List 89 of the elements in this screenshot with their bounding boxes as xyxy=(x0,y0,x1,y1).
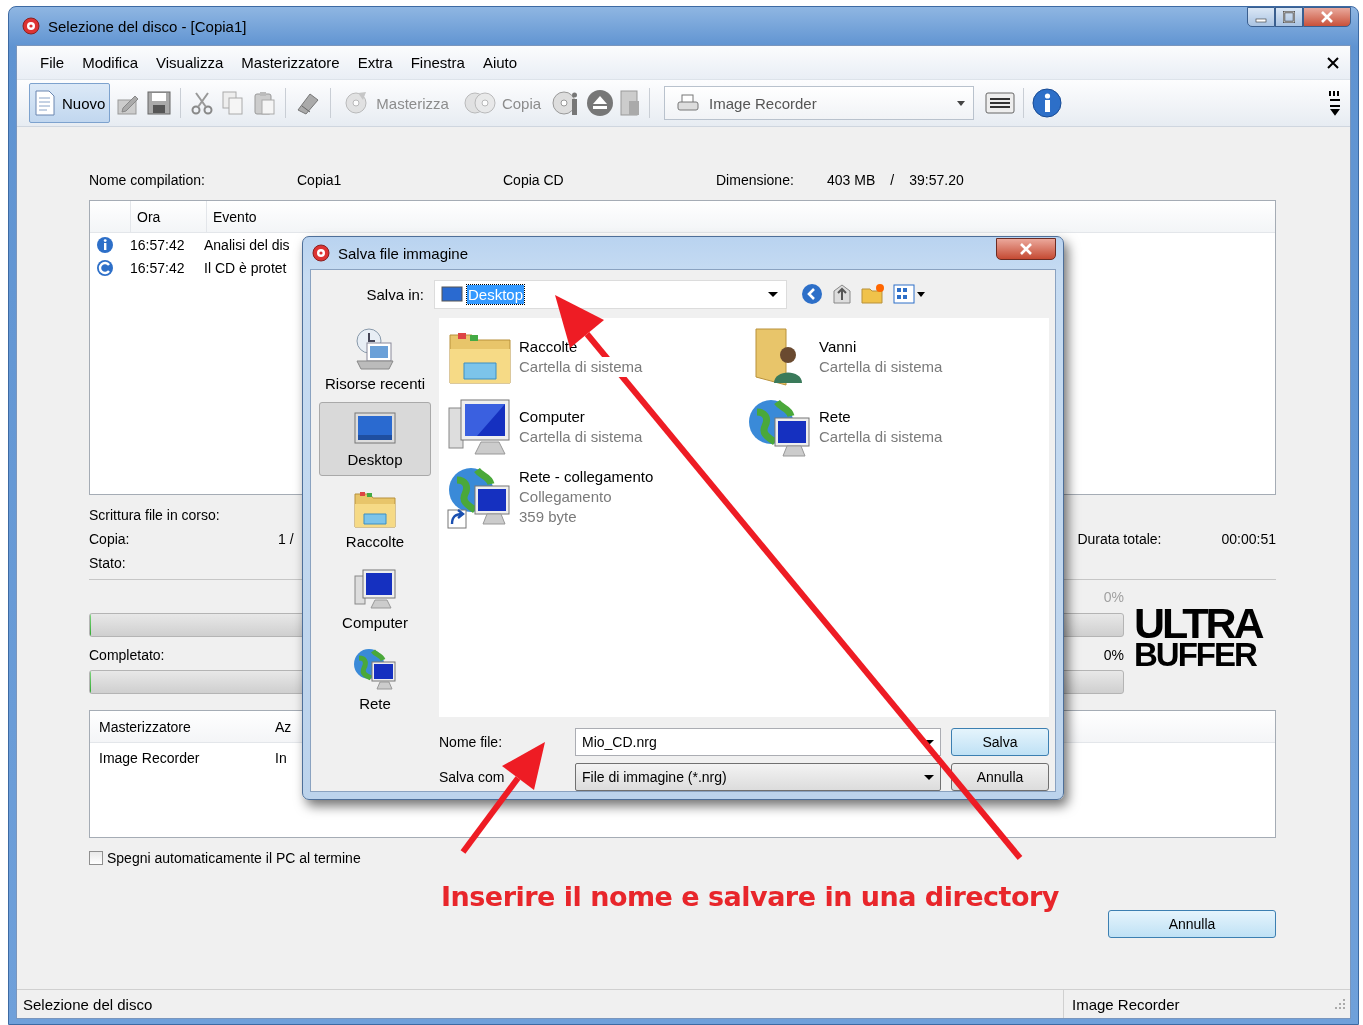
annotation-caption: Inserire il nome e salvare in una directory xyxy=(441,881,1059,912)
list-entry[interactable]: Rete Cartella di sistema xyxy=(747,396,1041,458)
status-text: Selezione del disco xyxy=(22,995,154,1013)
recent-icon xyxy=(353,326,397,371)
column-header[interactable]: Masterizzatore xyxy=(90,718,191,735)
cancel-button[interactable]: Annulla xyxy=(1108,910,1276,938)
app-disc-icon xyxy=(312,244,330,262)
menu-item[interactable]: Finestra xyxy=(401,54,474,71)
checkbox[interactable] xyxy=(89,851,103,865)
window-title: Selezione del disco - [Copia1] xyxy=(48,17,248,35)
places-item[interactable]: Rete xyxy=(319,642,431,716)
copy-disc-icon xyxy=(463,91,496,115)
status-text: Image Recorder xyxy=(1063,990,1330,1018)
menu-item[interactable]: Visualizza xyxy=(147,54,233,71)
field-label: Scrittura file in corso: xyxy=(89,507,220,523)
back-icon[interactable] xyxy=(801,283,823,305)
new-document-icon xyxy=(34,90,56,116)
menu-item[interactable]: File xyxy=(31,54,74,71)
close-icon[interactable] xyxy=(1326,55,1340,70)
places-item[interactable]: Computer xyxy=(319,562,431,636)
total-duration-value: 00:00:51 xyxy=(1221,531,1276,547)
field-label: Durata totale: xyxy=(1077,531,1162,547)
field-label: Salva com xyxy=(439,769,506,785)
size-value: 403 MB xyxy=(827,172,876,188)
info-icon xyxy=(96,235,114,254)
minimize-button[interactable] xyxy=(1247,7,1275,27)
list-entry[interactable]: Computer Cartella di sistema xyxy=(447,396,747,458)
printer-icon xyxy=(677,94,700,112)
table-cell: 16:57:42 xyxy=(130,236,185,253)
places-item[interactable]: Desktop xyxy=(319,402,431,476)
field-label: Copia: xyxy=(89,531,130,547)
app-disc-icon xyxy=(22,17,40,35)
field-label: Salva in: xyxy=(365,285,425,303)
computer-icon xyxy=(447,396,513,458)
eject-icon[interactable] xyxy=(586,89,615,117)
close-button[interactable] xyxy=(1303,7,1351,27)
view-menu-icon[interactable] xyxy=(893,283,927,305)
file-name-field[interactable]: Mio_CD.nrg xyxy=(575,728,941,756)
compilation-name: Copia1 xyxy=(297,172,343,188)
buffer-percent: 0% xyxy=(1103,589,1124,605)
completed-percent: 0% xyxy=(1103,647,1124,663)
list-entry[interactable]: Rete - collegamento Collegamento 359 byte xyxy=(447,466,747,528)
file-type-dropdown[interactable]: File di immagine (*.nrg) xyxy=(575,763,941,791)
disc-icon xyxy=(96,258,114,277)
field-label: Nome compilation: xyxy=(89,172,206,188)
menu-item[interactable]: Masterizzatore xyxy=(232,54,349,71)
column-header[interactable]: Ora xyxy=(130,201,206,232)
save-icon[interactable] xyxy=(146,90,173,116)
menu-item[interactable]: Extra xyxy=(348,54,402,71)
logo: ULTRA BUFFER xyxy=(1134,605,1264,669)
duration-value: 39:57.20 xyxy=(909,172,964,188)
column-header[interactable]: Evento xyxy=(206,201,1275,232)
column-header[interactable]: Az xyxy=(266,718,292,735)
field-label: Nome file: xyxy=(439,734,504,750)
recorder-dropdown[interactable]: Image Recorder xyxy=(664,86,975,120)
save-button[interactable]: Salva xyxy=(951,728,1049,756)
dialog-title: Salva file immagine xyxy=(338,244,470,262)
separator-text: / xyxy=(889,172,896,188)
resize-grip-icon xyxy=(1334,998,1346,1010)
up-folder-icon[interactable] xyxy=(831,283,853,305)
desktop-icon xyxy=(441,286,463,302)
places-item[interactable]: Risorse recenti xyxy=(319,322,431,396)
menu-item[interactable]: Modifica xyxy=(73,54,148,71)
table-cell-text: Image Recorder xyxy=(98,750,200,766)
cancel-button[interactable]: Annulla xyxy=(951,763,1049,791)
maximize-button[interactable] xyxy=(1275,7,1303,27)
maximize-icon[interactable] xyxy=(1283,11,1295,23)
field-label: Dimensione: xyxy=(716,172,795,188)
computer-icon xyxy=(353,567,397,610)
list-entry[interactable]: Raccolte Cartella di sistema xyxy=(447,326,747,388)
checkbox-label: Spegni automaticamente il PC al termine xyxy=(107,850,361,866)
toolbar-button[interactable]: Nuovo xyxy=(29,83,111,123)
menu-item[interactable]: Aiuto xyxy=(473,54,527,71)
places-item[interactable]: Raccolte xyxy=(319,482,431,556)
close-button[interactable] xyxy=(996,238,1056,260)
network-icon xyxy=(353,646,397,691)
table-cell: Analisi del dis xyxy=(204,236,290,253)
copy-value: 1 / xyxy=(278,531,294,547)
compilation-type: Copia CD xyxy=(503,172,565,188)
table-cell-text: In xyxy=(274,750,287,766)
field-label: Stato: xyxy=(89,555,126,571)
new-folder-icon[interactable] xyxy=(861,283,885,305)
list-entry[interactable]: Vanni Cartella di sistema xyxy=(747,326,1041,388)
table-cell: Il CD è protet xyxy=(204,259,287,276)
info-icon[interactable] xyxy=(1032,88,1063,118)
desktop-icon xyxy=(353,410,397,447)
field-label: Completato: xyxy=(89,647,165,663)
list-icon[interactable] xyxy=(985,92,1016,114)
table-cell: 16:57:42 xyxy=(130,259,185,276)
